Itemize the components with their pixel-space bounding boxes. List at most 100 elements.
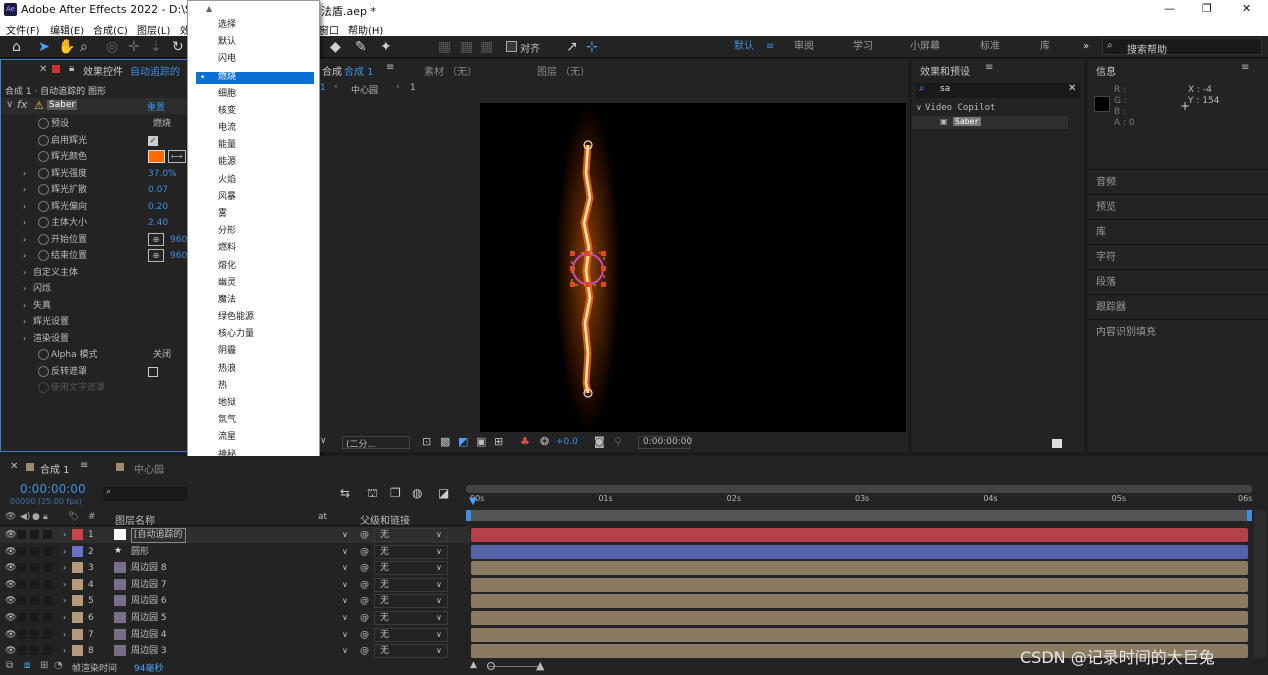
zoom-out-icon[interactable]: ▲: [470, 660, 477, 670]
mask-visibility-icon[interactable]: ◩: [458, 435, 468, 448]
invert-mask-checkbox[interactable]: [148, 366, 158, 377]
layer-parent-cell[interactable]: ∨ @ 无 ∨: [318, 527, 468, 543]
expand-arrow-icon[interactable]: ›: [63, 527, 66, 543]
dropdown-item[interactable]: 燃烧: [218, 69, 236, 86]
exposure-value[interactable]: +0.0: [556, 437, 578, 447]
visibility-eye-icon[interactable]: 👁︎: [5, 627, 16, 643]
collapsed-panel-tab[interactable]: 预览: [1096, 198, 1116, 213]
work-area-start-handle[interactable]: [466, 510, 471, 521]
layer-search-input[interactable]: ⌕: [103, 487, 187, 501]
solo-switch[interactable]: [30, 596, 39, 606]
new-folder-icon[interactable]: [1052, 439, 1062, 448]
dropdown-item[interactable]: 流星: [218, 429, 236, 446]
dolly-tool-icon[interactable]: ⇣: [150, 36, 162, 58]
snap-c-icon[interactable]: ▦: [480, 36, 493, 58]
solo-switch[interactable]: [30, 546, 39, 556]
effect-prop-value[interactable]: 37.0%: [148, 166, 177, 182]
layer-duration-bar[interactable]: [471, 544, 1248, 559]
stopwatch-icon[interactable]: [38, 217, 49, 228]
visibility-eye-icon[interactable]: 👁︎: [5, 593, 16, 609]
lock-switch[interactable]: [43, 579, 52, 589]
dropdown-item[interactable]: 热: [218, 378, 227, 395]
menu-help[interactable]: 帮助(H): [348, 22, 383, 37]
comp-crumb-3[interactable]: 1: [410, 83, 416, 93]
visibility-eye-icon[interactable]: 👁︎: [5, 544, 16, 560]
comp-crumb-2[interactable]: 中心园: [351, 83, 378, 96]
channel-icon[interactable]: ♣: [520, 435, 530, 448]
panel-menu-icon[interactable]: ≡: [80, 460, 88, 471]
home-icon[interactable]: ⌂: [12, 36, 21, 58]
menu-composition[interactable]: 合成(C): [93, 22, 128, 37]
menu-edit[interactable]: 编辑(E): [50, 22, 84, 37]
menu-layer[interactable]: 图层(L): [137, 22, 170, 37]
layer-parent-cell[interactable]: ∨ @ 无 ∨: [318, 643, 468, 659]
extend-icon[interactable]: ↗: [566, 36, 578, 58]
effects-search-input[interactable]: ⌕ sa ✕: [916, 83, 1080, 98]
layer-label-color[interactable]: [72, 529, 83, 540]
effect-prop-row[interactable]: › 主体大小 2.40: [1, 215, 187, 231]
solo-switch[interactable]: [30, 579, 39, 589]
mode-dropdown-icon[interactable]: ∨: [342, 610, 348, 626]
roi-icon[interactable]: ⊡: [422, 435, 431, 448]
pickwhip-icon[interactable]: @: [360, 593, 369, 609]
layer-name[interactable]: 圆形: [131, 544, 149, 560]
footage-tab[interactable]: 素材 （无）: [424, 63, 477, 78]
more-workspaces-icon[interactable]: »: [1083, 36, 1089, 58]
transparency-grid-icon[interactable]: ▩: [440, 435, 450, 448]
effect-extra-row[interactable]: 使用文字遮罩: [1, 380, 187, 396]
effect-group-row[interactable]: › 失真: [1, 298, 187, 314]
stopwatch-icon[interactable]: [38, 184, 49, 195]
workspace-review[interactable]: 审阅: [794, 36, 814, 58]
lock-switch[interactable]: [43, 563, 52, 573]
timeline-tab-center[interactable]: 中心园: [134, 461, 164, 476]
parent-header[interactable]: 父级和链接: [360, 512, 410, 527]
layer-label-color[interactable]: [72, 645, 83, 657]
effect-prop-row[interactable]: › 结束位置 ⊕ 960.: [1, 248, 190, 264]
menu-file[interactable]: 文件(F): [6, 22, 40, 37]
graph-editor-icon[interactable]: ◪: [438, 486, 449, 500]
audio-switch[interactable]: [17, 546, 26, 556]
layer-label-color[interactable]: [72, 578, 83, 590]
show-snapshot-icon[interactable]: ⚲: [614, 435, 622, 448]
effect-group-row[interactable]: › 自定义主体: [1, 265, 187, 281]
workspace-small-screen[interactable]: 小屏幕: [910, 36, 940, 58]
minimize-button[interactable]: —: [1164, 2, 1175, 15]
dropdown-item[interactable]: 热浪: [218, 361, 236, 378]
effects-group[interactable]: Video Copilot: [925, 103, 995, 113]
effect-item-saber[interactable]: Saber: [953, 117, 982, 126]
solo-switch[interactable]: [30, 629, 39, 639]
dropdown-item[interactable]: 核变: [218, 103, 236, 120]
audio-switch[interactable]: [17, 563, 26, 573]
effect-prop-row[interactable]: › 辉光偏向 0.20: [1, 199, 187, 215]
workspace-standard[interactable]: 标准: [980, 36, 1000, 58]
expand-arrow-icon[interactable]: ›: [63, 610, 66, 626]
dropdown-item[interactable]: 能量: [218, 137, 236, 154]
lock-switch[interactable]: [43, 629, 52, 639]
layer-name[interactable]: [自动追踪的: [131, 528, 186, 543]
mode-dropdown-icon[interactable]: ∨: [342, 627, 348, 643]
expand-arrow-icon[interactable]: ›: [23, 215, 26, 231]
fx-icon[interactable]: fx: [17, 98, 27, 111]
align-checkbox[interactable]: [506, 41, 517, 52]
layer-name[interactable]: 周边园 5: [131, 610, 167, 626]
parent-dropdown-icon[interactable]: ∨: [436, 610, 442, 626]
guides-icon[interactable]: ▣: [476, 435, 486, 448]
composition-tab-label[interactable]: 合成: [322, 63, 342, 78]
effect-name[interactable]: Saber: [47, 100, 78, 110]
expand-arrow-icon[interactable]: ›: [63, 627, 66, 643]
layer-name-header[interactable]: 图层名称: [115, 512, 155, 527]
layer-duration-bar[interactable]: [471, 594, 1248, 609]
maximize-button[interactable]: ❐: [1202, 2, 1212, 15]
stopwatch-icon[interactable]: [38, 250, 49, 261]
audio-switch[interactable]: [17, 530, 26, 539]
enable-glow-checkbox[interactable]: ✓: [148, 135, 158, 146]
dropdown-item[interactable]: 电流: [218, 120, 236, 137]
toggle-switches-icon[interactable]: ⧉: [6, 660, 13, 671]
effects-presets-title[interactable]: 效果和预设: [920, 63, 970, 78]
lock-switch[interactable]: [43, 530, 52, 539]
effect-prop-row[interactable]: 预设 燃烧: [1, 116, 187, 132]
expand-arrow-icon[interactable]: ›: [23, 331, 26, 347]
dropdown-item[interactable]: 幽灵: [218, 275, 236, 292]
audio-switch[interactable]: [17, 613, 26, 622]
help-search-box[interactable]: ⌕ 搜索帮助: [1102, 38, 1262, 56]
